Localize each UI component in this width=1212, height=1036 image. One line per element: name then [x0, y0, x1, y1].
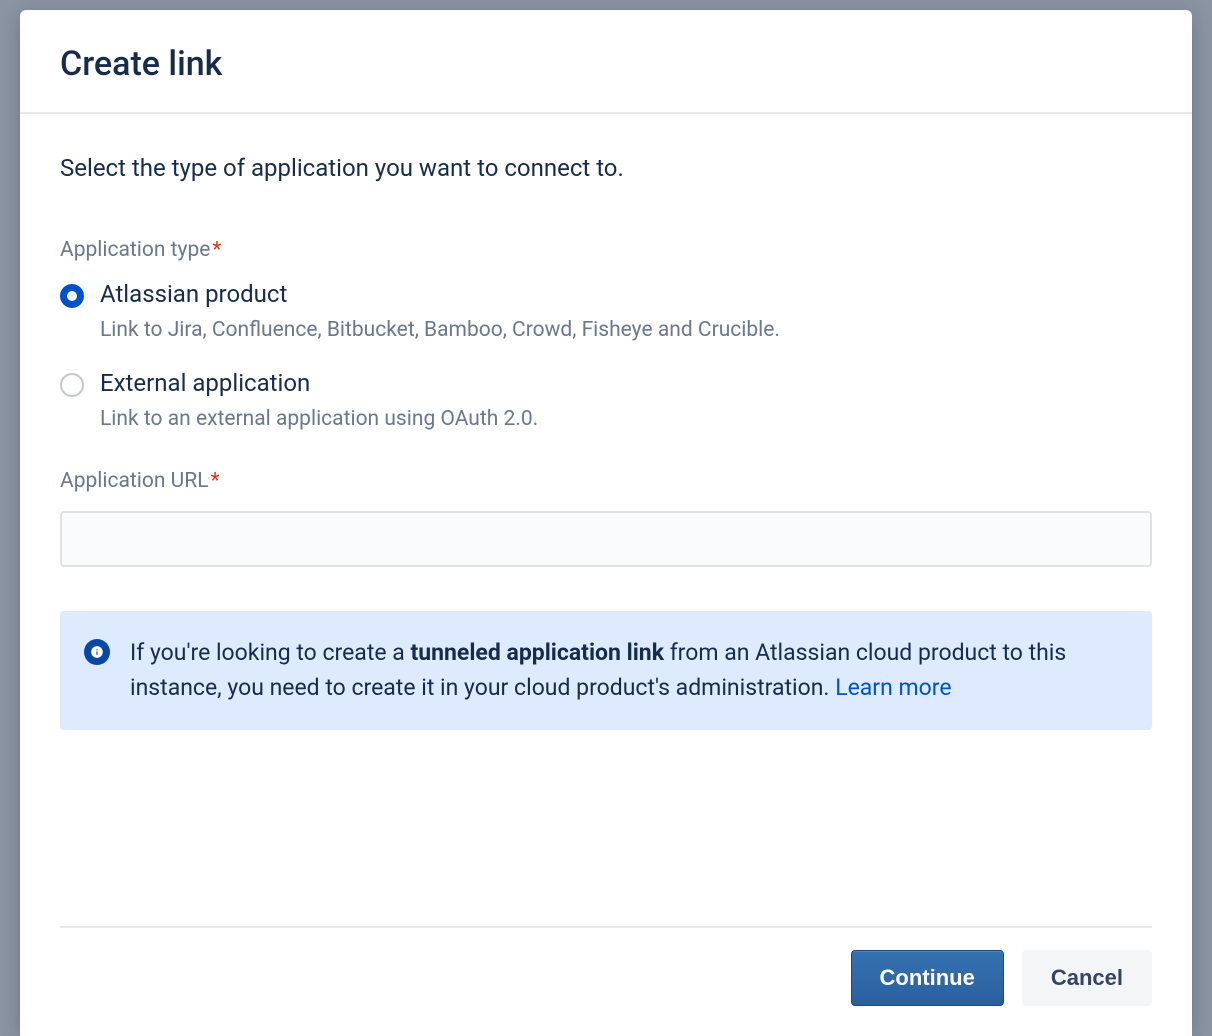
radio-description: Link to an external application using OA…	[100, 405, 1152, 434]
required-asterisk-icon: *	[211, 469, 220, 493]
application-url-label: Application URL*	[60, 469, 1152, 493]
continue-button[interactable]: Continue	[851, 950, 1004, 1006]
radio-option-atlassian-product[interactable]: Atlassian product Link to Jira, Confluen…	[60, 280, 1152, 345]
info-panel: If you're looking to create a tunneled a…	[60, 611, 1152, 730]
info-text-bold: tunneled application link	[410, 639, 664, 666]
application-url-label-text: Application URL	[60, 469, 209, 493]
application-url-field: Application URL*	[60, 469, 1152, 567]
radio-content: External application Link to an external…	[100, 369, 1152, 434]
cancel-button[interactable]: Cancel	[1022, 950, 1152, 1006]
application-type-label-text: Application type	[60, 238, 210, 262]
info-text-before: If you're looking to create a	[130, 639, 410, 666]
application-type-label: Application type*	[60, 238, 1152, 262]
radio-content: Atlassian product Link to Jira, Confluen…	[100, 280, 1152, 345]
create-link-dialog: Create link Select the type of applicati…	[20, 10, 1192, 1036]
required-asterisk-icon: *	[212, 238, 221, 262]
dialog-body: Select the type of application you want …	[20, 114, 1192, 926]
info-text: If you're looking to create a tunneled a…	[130, 635, 1124, 706]
radio-option-external-application[interactable]: External application Link to an external…	[60, 369, 1152, 434]
radio-icon	[60, 284, 84, 308]
dialog-header: Create link	[20, 10, 1192, 114]
intro-text: Select the type of application you want …	[60, 154, 1152, 182]
dialog-title: Create link	[60, 44, 1152, 84]
radio-description: Link to Jira, Confluence, Bitbucket, Bam…	[100, 316, 1152, 345]
application-type-radio-group: Atlassian product Link to Jira, Confluen…	[60, 280, 1152, 435]
radio-title: Atlassian product	[100, 280, 1152, 308]
dialog-footer: Continue Cancel	[60, 926, 1152, 1036]
radio-icon	[60, 373, 84, 397]
radio-title: External application	[100, 369, 1152, 397]
learn-more-link[interactable]: Learn more	[835, 674, 951, 701]
application-url-input[interactable]	[60, 511, 1152, 567]
info-icon	[84, 639, 110, 665]
